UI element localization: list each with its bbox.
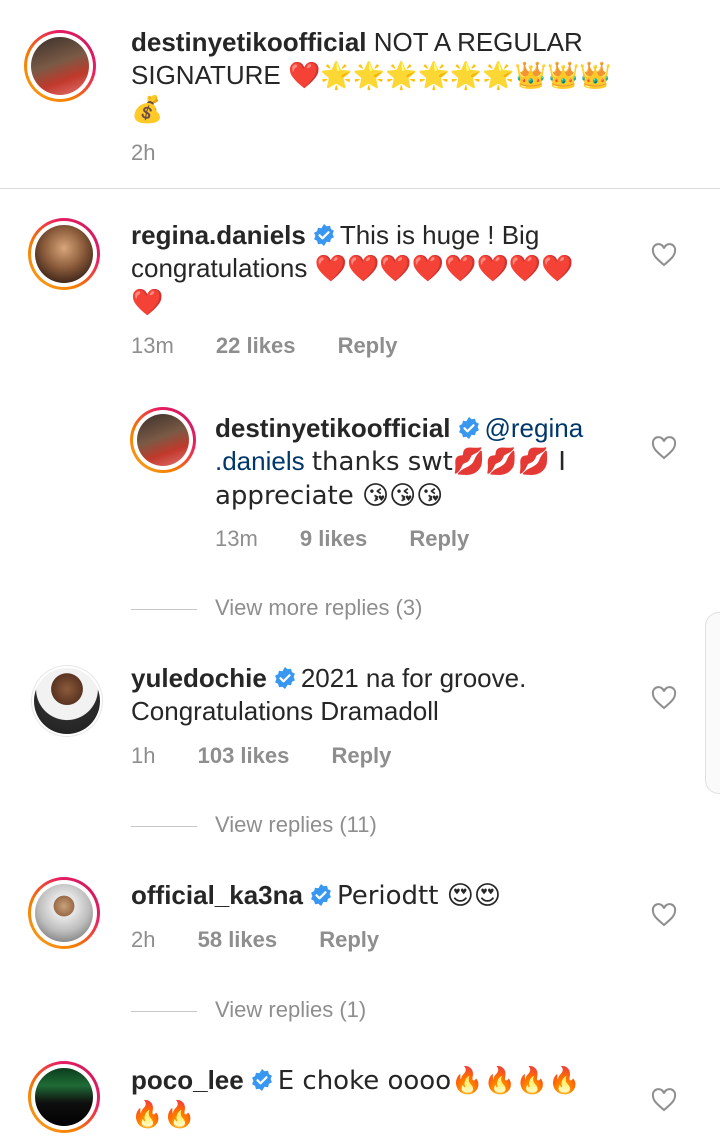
mention-link[interactable]: @regina: [485, 413, 584, 443]
comment-time: 1h: [131, 743, 156, 768]
likes-count[interactable]: 9 likes: [300, 526, 367, 551]
comment-username[interactable]: official_ka3na: [131, 880, 303, 910]
verified-icon: [274, 667, 295, 689]
likes-count[interactable]: 103 likes: [198, 743, 290, 768]
divider-line: [131, 825, 197, 827]
comment-emojis: ❤️❤️❤️❤️❤️❤️❤️❤️: [314, 254, 574, 284]
reply-button[interactable]: Reply: [338, 333, 398, 358]
like-heart-icon[interactable]: [651, 436, 677, 460]
like-heart-icon[interactable]: [651, 903, 677, 927]
reply-text-2: appreciate 😘😘😘: [215, 481, 444, 511]
comment-text-2: 🔥🔥: [131, 1100, 196, 1130]
like-heart-icon[interactable]: [651, 686, 677, 710]
comment-emojis-2: ❤️: [131, 288, 164, 318]
view-replies[interactable]: View replies (1): [131, 997, 366, 1023]
reply-button[interactable]: Reply: [331, 743, 391, 768]
divider: [0, 188, 720, 189]
comment-emojis: ❤️🌟🌟🌟🌟🌟🌟👑👑👑: [288, 61, 612, 91]
reply-username[interactable]: destinyetikoofficial: [215, 413, 451, 443]
view-more-replies[interactable]: View more replies (3): [131, 595, 422, 621]
reply-text: thanks swt💋💋💋 I: [311, 447, 566, 477]
mention-link-2[interactable]: .daniels: [215, 446, 305, 476]
likes-count[interactable]: 22 likes: [216, 333, 296, 358]
comment-username[interactable]: regina.daniels: [131, 220, 306, 250]
verified-icon: [458, 417, 479, 439]
scrollbar[interactable]: [705, 612, 720, 794]
likes-count[interactable]: 58 likes: [198, 927, 278, 952]
comment-text: E choke oooo🔥🔥🔥🔥: [277, 1066, 581, 1096]
avatar[interactable]: [28, 877, 100, 949]
avatar[interactable]: [28, 218, 100, 290]
reply-button[interactable]: Reply: [409, 526, 469, 551]
verified-icon: [313, 224, 334, 246]
comment-text-2: Congratulations Dramadoll: [131, 696, 439, 726]
reply-button[interactable]: Reply: [319, 927, 379, 952]
like-heart-icon[interactable]: [651, 1088, 677, 1112]
comment-time: 2h: [131, 927, 156, 952]
comment-time: 2h: [131, 140, 156, 165]
divider-line: [131, 608, 197, 610]
avatar[interactable]: [130, 407, 196, 473]
avatar[interactable]: [28, 1061, 100, 1133]
comment-username[interactable]: destinyetikoofficial: [131, 27, 367, 57]
avatar[interactable]: [31, 665, 103, 737]
verified-icon: [311, 884, 331, 906]
comment-text: 2021 na for groove.: [300, 663, 527, 693]
divider-line: [131, 1010, 197, 1012]
comment-text: Periodtt 😍😍: [336, 881, 501, 911]
comment-username[interactable]: poco_lee: [131, 1065, 244, 1095]
avatar[interactable]: [24, 30, 96, 102]
comment-time: 13m: [131, 333, 174, 358]
comment-emojis-2: 💰: [131, 95, 164, 125]
like-heart-icon[interactable]: [651, 243, 677, 267]
verified-icon: [251, 1069, 272, 1091]
comment-username[interactable]: yuledochie: [131, 663, 267, 693]
view-replies[interactable]: View replies (11): [131, 812, 377, 838]
reply-time: 13m: [215, 526, 258, 551]
